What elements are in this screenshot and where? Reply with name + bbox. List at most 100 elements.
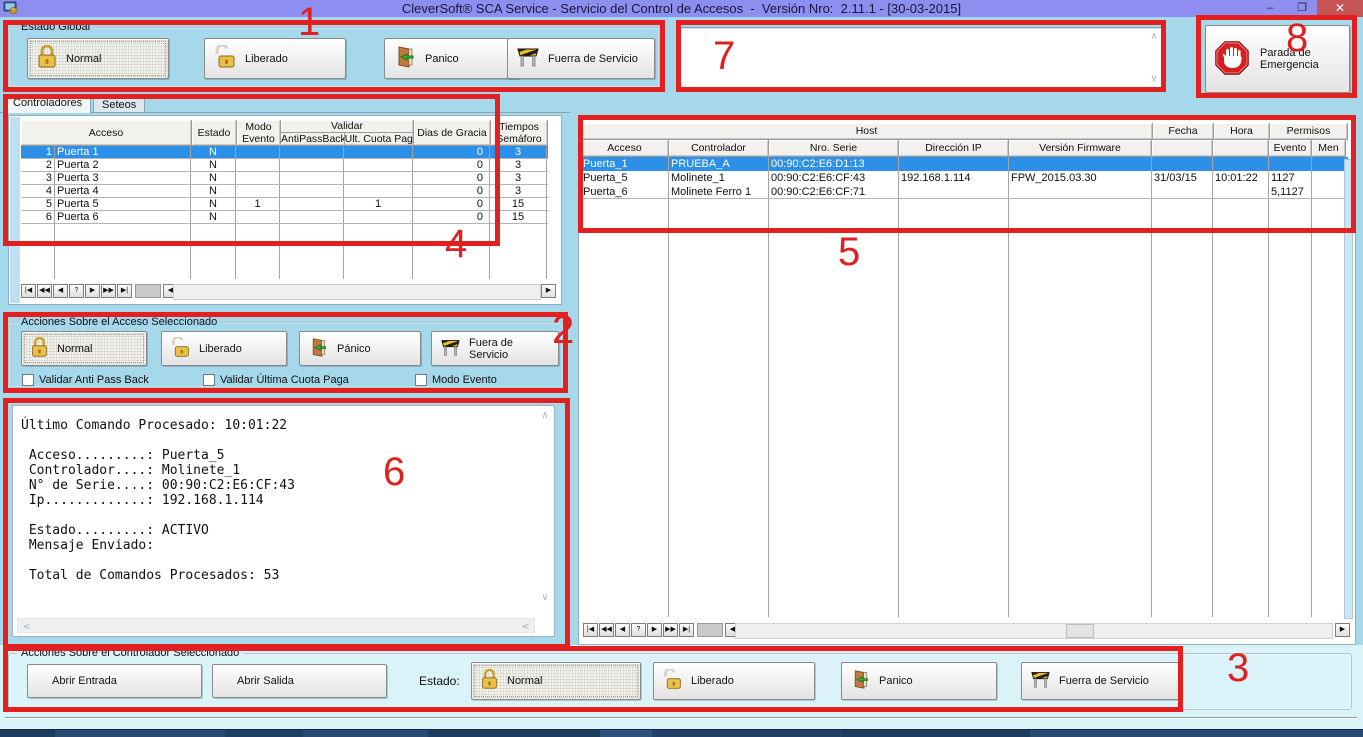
nav-prior-button[interactable]: ◀: [53, 284, 68, 298]
hscroll-thumb[interactable]: [1066, 624, 1094, 638]
restore-button[interactable]: ❐: [1287, 0, 1317, 17]
nav-refresh-button[interactable]: ?: [631, 623, 646, 637]
scroll-right-icon[interactable]: ∨: [520, 620, 531, 634]
lock-closed-icon: [480, 669, 499, 693]
minimize-button[interactable]: –: [1255, 0, 1285, 17]
barrier-icon: [1030, 670, 1051, 692]
close-button[interactable]: ✕: [1317, 0, 1363, 17]
access-row-puerta1[interactable]: 1Puerta 1N03: [21, 146, 548, 159]
host-grid-empty-area: [581, 199, 1348, 617]
access-row-puerta4[interactable]: 4Puerta 4N03: [21, 185, 548, 198]
door-exit-icon: [850, 669, 871, 693]
nav-next-page-button[interactable]: ▶▶: [663, 623, 678, 637]
acceso-normal-button[interactable]: Normal: [21, 331, 147, 366]
access-row-puerta6[interactable]: 6Puerta 6N015: [21, 211, 548, 224]
host-grid-vscroll[interactable]: [1344, 159, 1353, 619]
scroll-up-icon[interactable]: ∧: [538, 410, 552, 421]
abrir-entrada-button[interactable]: Abrir Entrada: [27, 664, 202, 698]
checkbox-modo-evento[interactable]: Modo Evento: [415, 374, 497, 386]
nav-last-button[interactable]: ▶|: [679, 623, 694, 637]
access-grid-header: Acceso Estado ModoEvento Validar AntiPas…: [21, 120, 548, 146]
estado-global-label: Estado Global: [17, 21, 94, 33]
event-listbox[interactable]: ∧ ∨: [680, 27, 1163, 88]
acceso-panico-button[interactable]: Pánico: [299, 331, 421, 366]
nav-prior-page-button[interactable]: ◀◀: [37, 284, 52, 298]
host-grid-column-header: Acceso Controlador Nro. Serie Dirección …: [581, 140, 1348, 157]
controlador-fuera-servicio-button[interactable]: Fuerra de Servicio: [1021, 662, 1181, 700]
lock-closed-icon: [36, 45, 58, 72]
hscroll-track[interactable]: [735, 623, 1333, 639]
nav-next-page-button[interactable]: ▶▶: [101, 284, 116, 298]
access-row-puerta2[interactable]: 2Puerta 2N03: [21, 159, 548, 172]
nav-first-button[interactable]: |◀: [21, 284, 36, 298]
acciones-controlador-label: Acciones Sobre el Controlador Selecciona…: [17, 647, 243, 659]
taskbar-strip: [0, 729, 1363, 737]
console-hscroll-track[interactable]: ∧ ∨: [17, 618, 535, 633]
app-window: CleverSoft® SCA Service - Servicio del C…: [0, 0, 1363, 737]
checkbox-validar-antipassback[interactable]: Validar Anti Pass Back: [22, 374, 149, 386]
controlador-liberado-button[interactable]: Liberado: [653, 662, 815, 700]
hscroll-track[interactable]: [173, 284, 541, 300]
tab-controladores[interactable]: Controladores: [4, 94, 91, 113]
tab-seteos[interactable]: Seteos: [93, 96, 145, 112]
access-row-puerta5[interactable]: 5Puerta 5N11015: [21, 198, 548, 211]
controlador-normal-button[interactable]: Normal: [471, 662, 641, 700]
door-exit-icon: [308, 337, 329, 361]
hscroll-right-button[interactable]: ▶: [541, 284, 556, 298]
host-row-puerta5[interactable]: Puerta_5Molinete_100:90:C2:E6:CF:43192.1…: [581, 171, 1348, 185]
barrier-icon: [516, 46, 540, 71]
scroll-left-icon[interactable]: ∧: [22, 620, 33, 634]
host-grid-navigator: |◀ ◀◀ ◀ ? ▶ ▶▶ ▶| ◀ ▶: [583, 623, 1351, 639]
lock-open-icon: [170, 337, 191, 361]
acciones-controlador-group: Acciones Sobre el Controlador Selecciona…: [8, 653, 1352, 710]
global-fuera-servicio-button[interactable]: Fuerra de Servicio: [507, 38, 655, 79]
nav-prior-page-button[interactable]: ◀◀: [599, 623, 614, 637]
access-grid-empty-area: [21, 224, 548, 279]
scroll-up-icon[interactable]: ∧: [1147, 31, 1161, 42]
barrier-icon: [440, 338, 461, 360]
lock-closed-icon: [30, 337, 49, 361]
emergency-stop-label: Parada de Emergencia: [1260, 47, 1319, 71]
controlador-panico-button[interactable]: Panico: [841, 662, 997, 700]
grid-indicator-strip: [10, 117, 20, 303]
global-panico-button[interactable]: Panico: [384, 38, 519, 79]
scroll-down-icon[interactable]: ∨: [538, 592, 552, 603]
stop-hand-icon: [1214, 40, 1250, 79]
nav-next-button[interactable]: ▶: [85, 284, 100, 298]
hscroll-right-button[interactable]: ▶: [1335, 623, 1350, 637]
emergency-stop-button[interactable]: Parada de Emergencia: [1205, 25, 1350, 93]
checkbox-validar-ultima-cuota[interactable]: Validar Última Cuota Paga: [203, 374, 349, 386]
acciones-acceso-label: Acciones Sobre el Acceso Seleccionado: [17, 316, 221, 328]
nav-refresh-button[interactable]: ?: [69, 284, 84, 298]
command-console[interactable]: Último Comando Procesado: 10:01:22 Acces…: [12, 405, 555, 637]
nav-prior-button[interactable]: ◀: [615, 623, 630, 637]
window-title: CleverSoft® SCA Service - Servicio del C…: [0, 1, 1363, 16]
access-row-puerta3[interactable]: 3Puerta 3N03: [21, 172, 548, 185]
nav-next-button[interactable]: ▶: [647, 623, 662, 637]
nav-last-button[interactable]: ▶|: [117, 284, 132, 298]
door-exit-icon: [393, 45, 417, 72]
lock-open-icon: [662, 669, 683, 693]
access-grid-panel: Acceso Estado ModoEvento Validar AntiPas…: [8, 115, 562, 305]
host-grid-group-header: Host Fecha Hora Permisos: [581, 123, 1348, 140]
host-row-puerta6[interactable]: Puerta_6Molinete Ferro 100:90:C2:E6:CF:7…: [581, 185, 1348, 199]
acceso-fuera-servicio-button[interactable]: Fuera de Servicio: [431, 331, 559, 366]
global-liberado-button[interactable]: Liberado: [204, 38, 346, 79]
checkbox-icon[interactable]: [22, 374, 34, 386]
access-grid-navigator: |◀ ◀◀ ◀ ? ▶ ▶▶ ▶| ◀ ▶: [21, 284, 557, 300]
host-row-puerta1[interactable]: Puerta_1PRUEBA_A00:90:C2:E6:D1:13: [581, 157, 1348, 171]
host-grid-panel: Host Fecha Hora Permisos Acceso Controla…: [578, 116, 1356, 645]
checkbox-icon[interactable]: [203, 374, 215, 386]
acceso-liberado-button[interactable]: Liberado: [161, 331, 287, 366]
global-normal-button[interactable]: Normal: [27, 38, 169, 79]
nav-first-button[interactable]: |◀: [583, 623, 598, 637]
checkbox-icon[interactable]: [415, 374, 427, 386]
scroll-down-icon[interactable]: ∨: [1147, 73, 1161, 84]
grid-size-box: [135, 284, 161, 298]
estado-global-group: Estado Global Normal Liberado Panico Fue…: [8, 27, 660, 88]
grid-size-box: [697, 623, 723, 637]
console-text: Último Comando Procesado: 10:01:22 Acces…: [21, 418, 295, 583]
abrir-salida-button[interactable]: Abrir Salida: [212, 664, 387, 698]
lock-open-icon: [213, 45, 237, 72]
bottom-divider: [5, 717, 1357, 719]
